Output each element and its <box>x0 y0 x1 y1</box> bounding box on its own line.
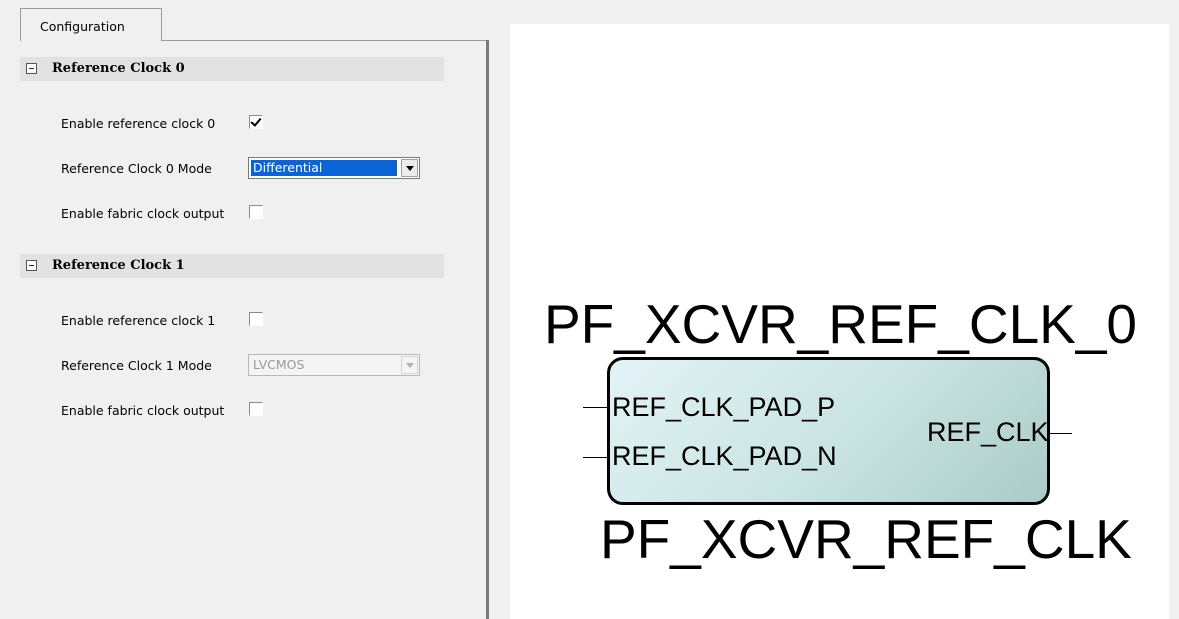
section-title: Reference Clock 0 <box>52 61 185 76</box>
ref-clock-1-mode-label: Reference Clock 1 Mode <box>61 358 212 373</box>
enable-ref-clock-1-label: Enable reference clock 1 <box>61 313 216 328</box>
port-label-ref-clk-pad-n: REF_CLK_PAD_N <box>612 441 837 471</box>
enable-fabric-clock-1-checkbox[interactable] <box>249 402 263 416</box>
enable-fabric-clock-0-label: Enable fabric clock output <box>61 206 225 221</box>
ref-clock-1-mode-value: LVCMOS <box>253 357 305 372</box>
chevron-down-icon <box>401 356 418 374</box>
component-name-label: PF_XCVR_REF_CLK <box>600 508 1132 570</box>
collapse-icon[interactable] <box>26 63 37 74</box>
ref-clock-0-mode-value: Differential <box>251 160 397 176</box>
port-label-ref-clk: REF_CLK <box>927 417 1049 447</box>
collapse-icon[interactable] <box>26 260 37 271</box>
port-line-ref-clk-pad-p <box>583 407 609 408</box>
top-strip <box>489 0 1179 9</box>
port-label-ref-clk-pad-p: REF_CLK_PAD_P <box>612 392 836 422</box>
enable-ref-clock-1-checkbox[interactable] <box>249 312 263 326</box>
port-line-ref-clk-pad-n <box>583 457 609 458</box>
ref-clock-1-mode-select: LVCMOS <box>248 354 420 376</box>
port-line-ref-clk <box>1048 433 1072 434</box>
ref-clock-0-mode-label: Reference Clock 0 Mode <box>61 161 212 176</box>
enable-fabric-clock-1-label: Enable fabric clock output <box>61 403 225 418</box>
splitter[interactable] <box>486 40 489 619</box>
enable-fabric-clock-0-checkbox[interactable] <box>249 205 263 219</box>
section-title: Reference Clock 1 <box>52 258 185 273</box>
section-header-reference-clock-1[interactable]: Reference Clock 1 <box>20 254 444 278</box>
section-header-reference-clock-0[interactable]: Reference Clock 0 <box>20 57 444 81</box>
tab-panel-border <box>162 40 487 41</box>
tab-configuration-label: Configuration <box>40 19 125 34</box>
chevron-down-icon[interactable] <box>401 159 418 177</box>
enable-ref-clock-0-checkbox[interactable] <box>249 115 263 129</box>
configuration-pane: Configuration Reference Clock 0 Enable r… <box>0 0 487 619</box>
tab-configuration[interactable]: Configuration <box>20 8 162 41</box>
enable-ref-clock-0-label: Enable reference clock 0 <box>61 116 216 131</box>
instance-name-label: PF_XCVR_REF_CLK_0 <box>544 293 1138 355</box>
ref-clock-0-mode-select[interactable]: Differential <box>248 157 420 179</box>
